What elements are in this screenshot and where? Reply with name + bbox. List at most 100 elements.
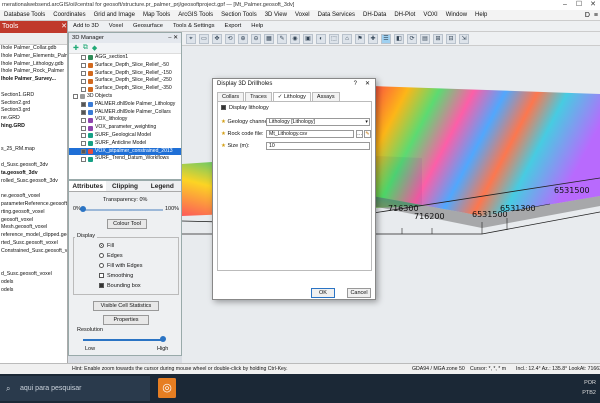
- radio-button[interactable]: [99, 243, 104, 249]
- tree-item[interactable]: 3D Objects: [69, 93, 181, 101]
- transparency-slider[interactable]: [83, 209, 163, 211]
- menu-item-add-to-3d[interactable]: Add to 3D: [68, 23, 104, 29]
- list-item[interactable]: ta.geosoft_3dv: [0, 170, 67, 178]
- toolbar-button-icon[interactable]: ▭: [199, 33, 209, 44]
- tree-item[interactable]: VOX_parameter_weighting: [69, 124, 181, 132]
- toolbar-button-icon[interactable]: ▦: [264, 33, 274, 44]
- toolbar-button-icon[interactable]: ◧: [394, 33, 404, 44]
- edit-icon[interactable]: ✎: [364, 130, 371, 138]
- menu-item-dh-data[interactable]: DH-Data: [359, 10, 390, 21]
- list-item[interactable]: geosoft_voxel: [0, 217, 67, 225]
- list-item[interactable]: d_Susc.geosoft_3dv: [0, 162, 67, 170]
- menu-item-arcgis-tools[interactable]: ArcGIS Tools: [174, 10, 217, 21]
- toolbar-button-icon[interactable]: ✎: [277, 33, 287, 44]
- tab-legend[interactable]: Legend: [144, 181, 181, 191]
- toolbar-button-icon[interactable]: ⌖: [186, 33, 196, 44]
- minimize-button[interactable]: –: [558, 0, 572, 10]
- tab-assays[interactable]: Assays: [311, 92, 340, 101]
- add-icon[interactable]: ✚: [73, 44, 79, 52]
- toolbar-button-icon[interactable]: ▣: [303, 33, 313, 44]
- taskbar-search-box[interactable]: ⌕ aqui para pesquisar: [0, 376, 150, 401]
- colour-tool-button[interactable]: Colour Tool: [107, 219, 147, 229]
- list-item[interactable]: odels: [0, 279, 67, 287]
- toolbar-button-icon[interactable]: ⊞: [433, 33, 443, 44]
- tree-item-checkbox[interactable]: [81, 117, 86, 123]
- display-option-smoothing[interactable]: Smoothing: [99, 273, 133, 279]
- tree-item[interactable]: Surface_Depth_Slice_Relief_-350: [69, 85, 181, 93]
- close-button[interactable]: ✕: [586, 0, 600, 10]
- panel-window-icons[interactable]: – ✕: [168, 33, 178, 43]
- tree-item-checkbox[interactable]: [81, 148, 86, 154]
- geology-channel-select[interactable]: Lithology [Lithology] ▾: [266, 118, 370, 126]
- tab-lithology[interactable]: ✓ Lithology: [272, 92, 311, 101]
- tree-item-checkbox[interactable]: [81, 63, 86, 69]
- tree-item[interactable]: Surface_Depth_Slice_Relief_-250: [69, 77, 181, 85]
- toolbar-button-icon[interactable]: ⟳: [407, 33, 417, 44]
- keyboard-layout-indicator[interactable]: PTB2: [582, 388, 596, 398]
- tree-item-checkbox[interactable]: [81, 102, 86, 108]
- list-item[interactable]: [0, 139, 67, 147]
- tree-item-checkbox[interactable]: [73, 94, 78, 100]
- tree-item-checkbox[interactable]: [81, 133, 86, 139]
- cancel-button[interactable]: Cancel: [347, 288, 371, 298]
- display-option-fill-with-edges[interactable]: Fill with Edges: [99, 263, 142, 269]
- layer-icon[interactable]: ◆: [92, 44, 97, 52]
- tree-item-checkbox[interactable]: [81, 141, 86, 147]
- rock-code-file-input[interactable]: Mt_Lithology.csv: [266, 130, 354, 138]
- toolbar-button-icon[interactable]: ◉: [290, 33, 300, 44]
- list-item[interactable]: [0, 185, 67, 193]
- display-option-edges[interactable]: Edges: [99, 253, 123, 259]
- list-item[interactable]: Mesh.geosoft_voxel: [0, 224, 67, 232]
- list-item[interactable]: s_25_RM.map: [0, 146, 67, 154]
- resolution-slider-thumb[interactable]: [160, 336, 166, 342]
- user-icon[interactable]: D: [585, 10, 590, 21]
- toolbar-button-icon[interactable]: ⊕: [238, 33, 248, 44]
- close-icon[interactable]: ✕: [61, 21, 67, 33]
- tree-item[interactable]: SURF_Geological Model: [69, 132, 181, 140]
- tree-item-checkbox[interactable]: [81, 109, 86, 115]
- tree-item[interactable]: Surface_Depth_Slice_Relief_-50: [69, 62, 181, 70]
- display-option-bounding-box[interactable]: Bounding box: [99, 283, 141, 289]
- tree-item[interactable]: SURF_Anticline Model: [69, 140, 181, 148]
- menu-item-help[interactable]: Help: [471, 10, 491, 21]
- menu-item-window[interactable]: Window: [442, 10, 471, 21]
- display-lithology-checkbox[interactable]: [221, 105, 226, 111]
- tree-item-checkbox[interactable]: [81, 55, 86, 61]
- list-item[interactable]: rolled_Susc.geosoft_3dv: [0, 178, 67, 186]
- list-item[interactable]: [0, 154, 67, 162]
- menu-item-3d-view[interactable]: 3D View: [261, 10, 291, 21]
- copy-icon[interactable]: ⧉: [83, 44, 88, 52]
- toolbar-button-icon[interactable]: ⊟: [446, 33, 456, 44]
- toolbar-button-icon[interactable]: ⌂: [342, 33, 352, 44]
- list-item[interactable]: Ihole Palmer_Elements_Palmer: [0, 53, 67, 61]
- menu-item-voxel[interactable]: Voxel: [104, 23, 128, 29]
- toolbar-button-icon[interactable]: ⬚: [329, 33, 339, 44]
- browse-button[interactable]: …: [356, 130, 363, 138]
- tree-item[interactable]: AGG_section1: [69, 54, 181, 62]
- tree-item-checkbox[interactable]: [81, 125, 86, 131]
- language-indicator[interactable]: POR: [582, 378, 596, 388]
- tab-clipping[interactable]: Clipping: [106, 181, 143, 191]
- tree-item[interactable]: PALMER.dhll9ole Palmer_Collars: [69, 109, 181, 117]
- menu-icon[interactable]: ≡: [594, 10, 598, 21]
- list-item[interactable]: d_Susc.geosoft_voxel: [0, 271, 67, 279]
- menu-item-map-tools[interactable]: Map Tools: [139, 10, 174, 21]
- checkbox[interactable]: [99, 283, 104, 289]
- visible-cell-statistics-button[interactable]: Visible Cell Statistics: [93, 301, 159, 311]
- menu-item-coordinates[interactable]: Coordinates: [49, 10, 89, 21]
- radio-button[interactable]: [99, 263, 104, 269]
- toolbar-button-icon[interactable]: ⊖: [251, 33, 261, 44]
- toolbar-button-icon[interactable]: ☰: [381, 33, 391, 44]
- radio-button[interactable]: [99, 253, 104, 259]
- menu-item-voxi[interactable]: VOXI: [419, 10, 441, 21]
- properties-button[interactable]: Properties: [103, 315, 149, 325]
- list-item[interactable]: ne.GRD: [0, 115, 67, 123]
- menu-item-grid-and-image[interactable]: Grid and Image: [90, 10, 139, 21]
- tree-item-checkbox[interactable]: [81, 78, 86, 84]
- tab-attributes[interactable]: Attributes: [69, 181, 107, 191]
- menu-item-tools-settings[interactable]: Tools & Settings: [168, 23, 220, 29]
- menu-item-section-tools[interactable]: Section Tools: [217, 10, 261, 21]
- menu-item-data-services[interactable]: Data Services: [314, 10, 359, 21]
- tree-item[interactable]: SURF_Trend_Datum_Workflows: [69, 155, 181, 163]
- list-item[interactable]: hing.GRD: [0, 123, 67, 131]
